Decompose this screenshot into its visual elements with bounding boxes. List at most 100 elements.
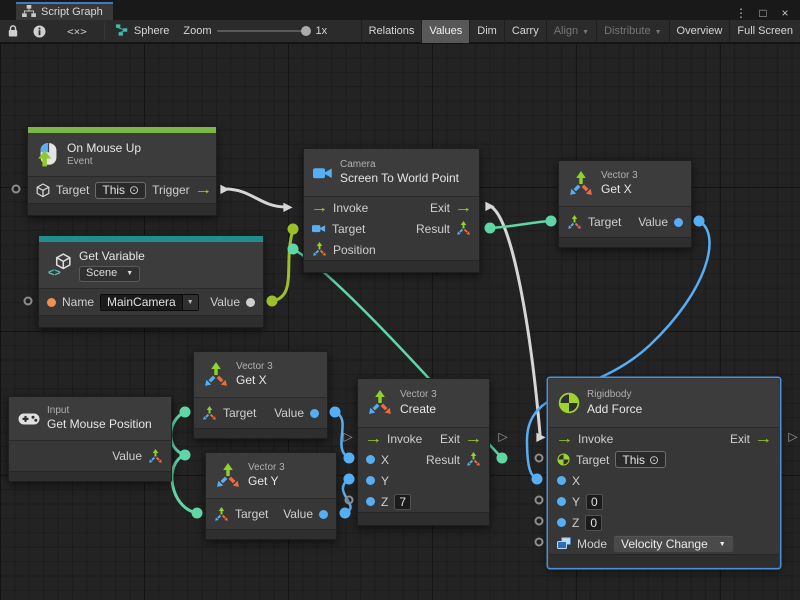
wire-mouse-to-gety[interactable] xyxy=(172,455,197,513)
wire-variable-to-target[interactable] xyxy=(272,230,293,301)
get-variable-name-port[interactable] xyxy=(24,297,33,306)
node-title: Screen To World Point xyxy=(340,171,459,186)
node-get-x-2[interactable]: Vector 3Get X Target Value xyxy=(193,351,328,439)
vector3-icon xyxy=(203,362,229,388)
flow-arrow-icon: → xyxy=(557,434,572,444)
node-get-variable[interactable]: <> Get VariableScene▼ NameMainCamera▼Val… xyxy=(38,235,264,328)
node-create[interactable]: Vector 3Create →InvokeExit→XResult YZ7 xyxy=(357,378,490,526)
add-force-z-port[interactable] xyxy=(535,517,544,526)
tab-script-graph[interactable]: Script Graph xyxy=(16,2,113,20)
node-screen-to-world-point[interactable]: CameraScreen To World Point →InvokeExit→… xyxy=(303,148,480,273)
node-get-y[interactable]: Vector 3Get Y TargetValue xyxy=(205,452,337,540)
lock-icon[interactable] xyxy=(0,20,26,43)
stwp-invoke-port[interactable]: ▶ xyxy=(283,201,292,213)
on-mouse-up-target-port[interactable] xyxy=(12,185,21,194)
get-mouse-position-value-port[interactable] xyxy=(180,450,191,461)
dot-blue-icon xyxy=(319,510,328,519)
on-mouse-up-trigger-port[interactable]: ▶ xyxy=(220,183,229,195)
add-force-target-port[interactable] xyxy=(535,454,544,463)
add-force-x-port[interactable] xyxy=(532,474,543,485)
toolbar-button-overview[interactable]: Overview xyxy=(669,20,730,43)
node-subtitle: Rigidbody xyxy=(587,389,642,402)
node-get-x-1[interactable]: Vector 3Get X TargetValue xyxy=(558,160,692,248)
toolbar-button-carry[interactable]: Carry xyxy=(504,20,546,43)
toolbar-button-relations[interactable]: Relations xyxy=(361,20,422,43)
on-mouse-up-this-pill[interactable]: This⊙ xyxy=(95,182,146,199)
port-label: Value xyxy=(274,406,304,420)
target-picker-icon[interactable]: ⊙ xyxy=(649,453,659,467)
get-y-value-port[interactable] xyxy=(340,508,351,519)
toolbar-button-full-screen[interactable]: Full Screen xyxy=(729,20,800,43)
get-x-1-value-port[interactable] xyxy=(694,216,705,227)
node-header[interactable]: Vector 3Create xyxy=(358,379,489,428)
stwp-position-port[interactable] xyxy=(288,244,299,255)
get-x-1-target-port[interactable] xyxy=(546,216,557,227)
zoom-slider[interactable] xyxy=(217,30,309,32)
get-variable-value-port[interactable] xyxy=(267,296,278,307)
target-picker-icon[interactable]: ⊙ xyxy=(129,183,139,197)
stwp-target-port[interactable] xyxy=(288,224,299,235)
breadcrumb[interactable]: Sphere xyxy=(108,24,177,39)
dot-blue-icon xyxy=(557,476,566,485)
node-get-mouse-position[interactable]: InputGet Mouse Position Value xyxy=(8,396,172,482)
node-header[interactable]: RigidbodyAdd Force xyxy=(549,379,779,428)
vector3-icon xyxy=(215,463,241,489)
create-x-port[interactable] xyxy=(344,453,355,464)
code-icon[interactable]: <×> xyxy=(53,20,101,43)
node-header[interactable]: Vector 3Get X xyxy=(559,161,691,207)
node-header[interactable]: Vector 3Get X xyxy=(194,352,327,398)
get-x-2-target-port[interactable] xyxy=(180,407,191,418)
camera-icon xyxy=(313,165,333,181)
menu-icon[interactable]: ⋮ xyxy=(732,6,750,20)
port-label: Value xyxy=(210,295,240,309)
graph-canvas[interactable]: On Mouse UpEvent TargetThis⊙Trigger→ <> … xyxy=(0,43,800,600)
add-force-invoke-port[interactable]: ▶ xyxy=(536,431,545,443)
add-force-value-field[interactable]: 0 xyxy=(585,515,602,531)
toolbar-button-dim[interactable]: Dim xyxy=(469,20,504,43)
wire-exit-to-addforce-invoke[interactable] xyxy=(490,206,540,434)
add-force-exit-port[interactable]: ▷ xyxy=(788,431,797,443)
wire-mouse-to-getx2[interactable] xyxy=(171,412,185,455)
close-icon[interactable]: × xyxy=(776,6,794,20)
node-footer xyxy=(206,529,336,539)
vector3-icon xyxy=(466,452,481,467)
dot-white-icon xyxy=(246,298,255,307)
node-header[interactable]: InputGet Mouse Position xyxy=(9,397,171,441)
node-header[interactable]: Vector 3Get Y xyxy=(206,453,336,499)
add-force-dropdown[interactable]: Velocity Change▼ xyxy=(613,535,734,553)
create-y-port[interactable] xyxy=(344,474,355,485)
node-title: Create xyxy=(400,402,437,417)
add-force-mode-port[interactable] xyxy=(535,538,544,547)
add-force-y-port[interactable] xyxy=(535,496,544,505)
add-force-value-field[interactable]: 0 xyxy=(586,494,603,510)
create-z-port[interactable] xyxy=(345,496,354,505)
node-header[interactable]: <> Get VariableScene▼ xyxy=(39,242,263,289)
toolbar-button-distribute[interactable]: Distribute▼ xyxy=(596,20,668,43)
get-variable-dropdown[interactable]: MainCamera▼ xyxy=(100,294,199,311)
get-variable-kind-dropdown[interactable]: Scene▼ xyxy=(79,266,140,282)
toolbar-button-align[interactable]: Align▼ xyxy=(546,20,596,43)
node-on-mouse-up[interactable]: On Mouse UpEvent TargetThis⊙Trigger→ xyxy=(27,126,217,216)
create-exit-port[interactable]: ▷ xyxy=(498,431,507,443)
create-invoke-port[interactable]: ▷ xyxy=(343,431,352,443)
stwp-result-port[interactable] xyxy=(485,223,496,234)
node-title: Get X xyxy=(601,182,638,197)
node-add-force[interactable]: RigidbodyAdd Force →InvokeExit→ TargetTh… xyxy=(548,378,780,568)
node-header[interactable]: CameraScreen To World Point xyxy=(304,149,479,197)
node-title: Get Variable xyxy=(79,249,145,264)
port-label: Value xyxy=(638,215,668,229)
add-force-this-pill[interactable]: This⊙ xyxy=(615,451,666,468)
zoom-slider-handle[interactable] xyxy=(301,26,311,36)
maximize-icon[interactable]: □ xyxy=(754,6,772,20)
toolbar-button-values[interactable]: Values xyxy=(421,20,469,43)
info-icon[interactable] xyxy=(26,20,53,43)
create-result-port[interactable] xyxy=(497,453,508,464)
node-header[interactable]: On Mouse UpEvent xyxy=(28,133,216,177)
get-y-target-port[interactable] xyxy=(192,508,203,519)
get-x-2-value-port[interactable] xyxy=(330,407,341,418)
port-label: Target xyxy=(223,406,256,420)
wire-trigger-to-invoke[interactable] xyxy=(225,189,286,207)
wire-result-to-getx1[interactable] xyxy=(490,221,551,228)
stwp-exit-port[interactable]: ▶ xyxy=(485,200,494,212)
create-value-field[interactable]: 7 xyxy=(394,494,411,510)
